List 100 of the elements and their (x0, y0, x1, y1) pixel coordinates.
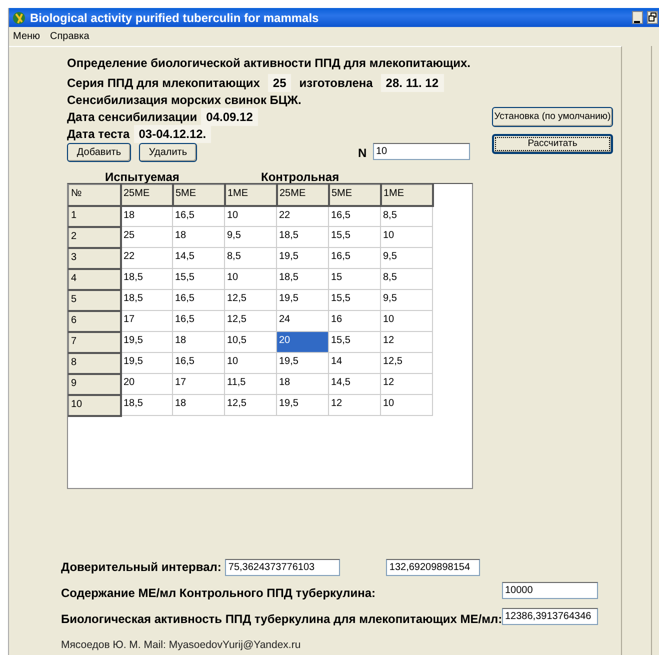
table-cell[interactable]: 8,5 (224, 248, 276, 268)
table-cell[interactable]: 15,5 (172, 268, 224, 290)
row-header[interactable]: 7 (68, 332, 120, 352)
table-cell[interactable]: 9,5 (380, 290, 432, 310)
table-cell[interactable]: 11,5 (224, 374, 276, 394)
row-header[interactable]: 6 (68, 310, 120, 332)
value-field: 10000 (502, 582, 598, 599)
table-cell[interactable]: 15,5 (328, 226, 380, 248)
table-cell[interactable]: 19,5 (276, 290, 328, 310)
table-cell[interactable]: 16 (328, 310, 380, 332)
restore-button[interactable] (647, 11, 658, 24)
table-cell[interactable]: 16,5 (172, 310, 224, 332)
table-cell[interactable]: 10 (224, 206, 276, 226)
field-value: 28. 11. 12 (380, 74, 444, 92)
table-cell[interactable]: 19,5 (276, 248, 328, 268)
table-cell[interactable]: 18,5 (276, 226, 328, 248)
table-cell[interactable]: 25 (120, 226, 172, 248)
action-button[interactable]: Установка (по умолчанию) (492, 107, 613, 127)
table-cell[interactable]: 10 (380, 310, 432, 332)
table-cell[interactable]: 10 (380, 226, 432, 248)
row-header[interactable]: 8 (68, 352, 120, 374)
action-button[interactable]: Рассчитать (492, 134, 613, 154)
value-field: 132,69209898154 (386, 558, 480, 576)
table-cell[interactable]: 12 (380, 374, 432, 394)
column-header[interactable]: 5МЕ (172, 184, 224, 206)
column-header[interactable]: 5МЕ (328, 184, 380, 206)
table-cell[interactable]: 18 (120, 206, 172, 226)
action-button[interactable]: Удалить (139, 143, 197, 162)
table-cell[interactable]: 15 (328, 268, 380, 290)
group-header: Испытуемая (105, 169, 180, 186)
table-cell[interactable]: 18 (172, 226, 224, 248)
n-input[interactable]: 10 (373, 143, 470, 160)
table-cell[interactable]: 12,5 (224, 310, 276, 332)
field-label: Серия ППД для млекопитающих (67, 75, 260, 92)
column-header[interactable]: № (68, 184, 120, 206)
table-cell[interactable]: 20 (276, 332, 328, 352)
row-header[interactable]: 4 (68, 268, 120, 290)
table-cell[interactable]: 18 (172, 394, 224, 416)
column-header[interactable]: 25МЕ (276, 184, 328, 206)
table-cell[interactable]: 18 (172, 332, 224, 352)
table-cell[interactable]: 18,5 (120, 290, 172, 310)
value-field: 12386,3913764346 (502, 608, 598, 625)
row-header[interactable]: 5 (68, 290, 120, 310)
table-cell[interactable]: 19,5 (120, 352, 172, 374)
field-label: Содержание МЕ/мл Контрольного ППД туберкулина: (61, 585, 376, 602)
table-cell[interactable]: 10 (224, 352, 276, 374)
table-cell[interactable]: 18,5 (276, 268, 328, 290)
table-cell[interactable]: 8,5 (380, 206, 432, 226)
action-button[interactable]: Добавить (67, 143, 131, 162)
row-header[interactable]: 9 (68, 374, 120, 394)
table-cell[interactable]: 18,5 (120, 394, 172, 416)
table-cell[interactable]: 22 (120, 248, 172, 268)
table-cell[interactable]: 9,5 (380, 248, 432, 268)
field-label: Биологическая активность ППД туберкулина для млекопитающих МЕ/мл: (61, 611, 502, 628)
table-cell[interactable]: 20 (120, 374, 172, 394)
table-cell[interactable]: 22 (276, 206, 328, 226)
table-cell[interactable]: 19,5 (276, 394, 328, 416)
table-cell[interactable]: 15,5 (328, 332, 380, 352)
field-label: Дата теста (67, 126, 130, 143)
table-cell[interactable]: 8,5 (380, 268, 432, 290)
window-title: Biological activity purified tuberculin for mammals (30, 10, 319, 26)
group-header: Контрольная (261, 169, 340, 186)
table-cell[interactable]: 18 (276, 374, 328, 394)
row-header[interactable]: 3 (68, 248, 120, 268)
table-cell[interactable]: 12 (380, 332, 432, 352)
minimize-button[interactable] (632, 11, 643, 24)
table-cell[interactable]: 17 (172, 374, 224, 394)
table-cell[interactable]: 16,5 (172, 352, 224, 374)
sensitization-text: Сенсибилизация морских свинок БЦЖ. (67, 92, 302, 109)
column-header[interactable]: 1МЕ (224, 184, 276, 206)
table-cell[interactable]: 10 (380, 394, 432, 416)
table-cell[interactable]: 12,5 (224, 394, 276, 416)
table-cell[interactable]: 12,5 (224, 290, 276, 310)
table-cell[interactable]: 12,5 (380, 352, 432, 374)
table-cell[interactable]: 14,5 (328, 374, 380, 394)
table-cell[interactable]: 12 (328, 394, 380, 416)
column-header[interactable]: 25МЕ (120, 184, 172, 206)
row-header[interactable]: 2 (68, 226, 120, 248)
table-cell[interactable]: 15,5 (328, 290, 380, 310)
author-text: Мясоедов Ю. М. Mail: MyasoedovYurij@Yandex.ru (61, 638, 301, 653)
table-cell[interactable]: 16,5 (172, 206, 224, 226)
table-cell[interactable]: 17 (120, 310, 172, 332)
menu-item[interactable]: Справка (50, 29, 90, 44)
column-header[interactable]: 1МЕ (380, 184, 432, 206)
table-cell[interactable]: 10 (224, 268, 276, 290)
table-cell[interactable]: 19,5 (276, 352, 328, 374)
row-header[interactable]: 10 (68, 394, 120, 416)
table-cell[interactable]: 16,5 (172, 290, 224, 310)
row-header[interactable]: 1 (68, 206, 120, 226)
table-cell[interactable]: 16,5 (328, 248, 380, 268)
restore-icon (648, 12, 657, 23)
table-cell[interactable]: 14,5 (172, 248, 224, 268)
table-cell[interactable]: 9,5 (224, 226, 276, 248)
table-cell[interactable]: 19,5 (120, 332, 172, 352)
app-icon (12, 10, 26, 24)
table-cell[interactable]: 18,5 (120, 268, 172, 290)
field-label: изготовлена (299, 75, 373, 92)
table-cell[interactable]: 16,5 (328, 206, 380, 226)
menu-item[interactable]: Меню (13, 29, 40, 44)
table-cell[interactable]: 14 (328, 352, 380, 374)
